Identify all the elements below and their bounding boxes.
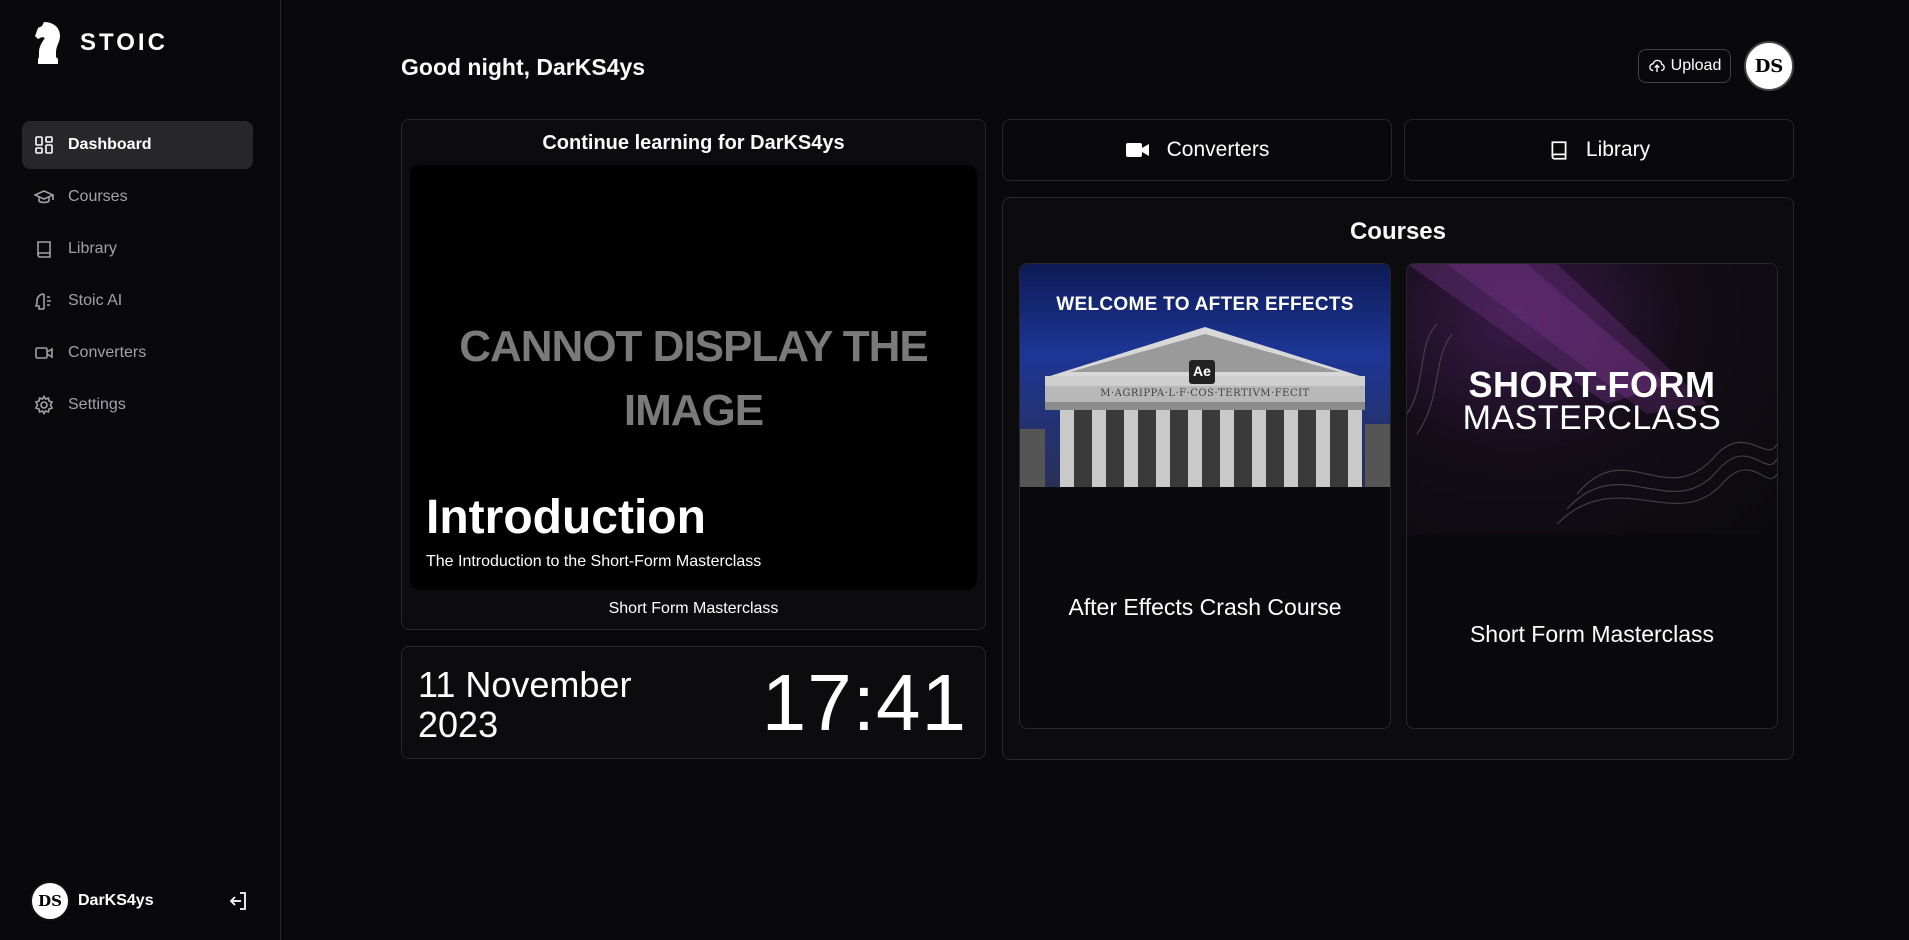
avatar[interactable]: DS bbox=[30, 881, 70, 921]
cloud-upload-icon bbox=[1648, 59, 1665, 72]
sidebar-item-courses[interactable]: Courses bbox=[22, 173, 253, 221]
continue-course-name: Short Form Masterclass bbox=[608, 600, 779, 617]
sidebar-item-label: Dashboard bbox=[68, 136, 152, 153]
profile-avatar[interactable]: DS bbox=[1744, 41, 1794, 91]
video-icon bbox=[35, 347, 53, 359]
sidebar-item-label: Courses bbox=[68, 188, 128, 205]
course-thumbnail: SHORT-FORM MASTERCLASS bbox=[1407, 264, 1777, 534]
continue-learning-title: Continue learning for DarKS4ys bbox=[542, 132, 845, 154]
video-camera-icon bbox=[1125, 143, 1149, 157]
sidebar-item-dashboard[interactable]: Dashboard bbox=[22, 121, 253, 169]
knight-logo-icon bbox=[35, 22, 60, 64]
upload-button[interactable]: Upload bbox=[1638, 49, 1731, 83]
courses-title: Courses bbox=[1349, 218, 1447, 245]
continue-learning-card: Continue learning for DarKS4ys CANNOT DI… bbox=[401, 119, 986, 630]
thumbnail-title-line2: MASTERCLASS bbox=[1462, 399, 1722, 437]
sidebar: STOIC Dashboard Courses Library Stoic AI bbox=[0, 0, 281, 940]
upload-label: Upload bbox=[1670, 57, 1722, 74]
lesson-preview[interactable]: CANNOT DISPLAY THE IMAGE Introduction Th… bbox=[410, 165, 977, 590]
sidebar-item-library[interactable]: Library bbox=[22, 225, 253, 273]
course-title: Short Form Masterclass bbox=[1469, 621, 1715, 647]
sidebar-item-label: Stoic AI bbox=[68, 292, 123, 309]
current-date: 11 November 2023 bbox=[418, 664, 632, 745]
image-placeholder: CANNOT DISPLAY THE IMAGE bbox=[459, 322, 929, 435]
library-label: Library bbox=[1585, 138, 1651, 161]
sidebar-item-stoic-ai[interactable]: Stoic AI bbox=[22, 277, 253, 325]
converters-button[interactable]: Converters bbox=[1002, 119, 1392, 181]
brand-name: STOIC bbox=[80, 29, 168, 56]
sidebar-item-settings[interactable]: Settings bbox=[22, 381, 253, 429]
lesson-subtitle: The Introduction to the Short-Form Maste… bbox=[426, 553, 762, 570]
sidebar-nav: Dashboard Courses Library Stoic AI Conve… bbox=[22, 121, 253, 433]
date-time-card: 11 November 2023 17:41 bbox=[401, 646, 986, 759]
graduation-cap-icon bbox=[34, 190, 54, 204]
course-card-short-form[interactable]: SHORT-FORM MASTERCLASS Short Form Master… bbox=[1406, 263, 1778, 729]
dashboard-icon bbox=[35, 136, 53, 154]
after-effects-badge: Ae bbox=[1193, 363, 1211, 379]
lesson-title: Introduction bbox=[426, 491, 706, 544]
sidebar-item-label: Settings bbox=[68, 396, 126, 413]
course-title: After Effects Crash Course bbox=[1068, 594, 1342, 620]
courses-card: Courses WELCOME TO AFTER EFFECTS Ae M·AG… bbox=[1002, 197, 1794, 760]
pantheon-inscription: M·AGRIPPA·L·F·COS·TERTIVM·FECIT bbox=[1100, 388, 1310, 399]
sidebar-item-converters[interactable]: Converters bbox=[22, 329, 253, 377]
brand-logo[interactable]: STOIC bbox=[32, 20, 168, 66]
book-icon bbox=[1551, 141, 1567, 160]
brain-icon bbox=[34, 293, 51, 310]
logout-icon[interactable] bbox=[226, 889, 250, 913]
sidebar-user: DS DarKS4ys bbox=[30, 880, 250, 922]
user-name: DarKS4ys bbox=[78, 892, 154, 909]
converters-label: Converters bbox=[1166, 138, 1270, 161]
book-icon bbox=[37, 241, 51, 258]
gear-icon bbox=[34, 395, 54, 415]
sidebar-item-label: Library bbox=[68, 240, 117, 257]
greeting: Good night, DarKS4ys bbox=[401, 54, 646, 80]
course-thumbnail: WELCOME TO AFTER EFFECTS Ae M·AGRIPPA·L·… bbox=[1020, 264, 1390, 487]
sidebar-item-label: Converters bbox=[68, 344, 147, 361]
course-card-after-effects[interactable]: WELCOME TO AFTER EFFECTS Ae M·AGRIPPA·L·… bbox=[1019, 263, 1391, 729]
library-button[interactable]: Library bbox=[1404, 119, 1794, 181]
current-time: 17:41 bbox=[761, 658, 967, 747]
